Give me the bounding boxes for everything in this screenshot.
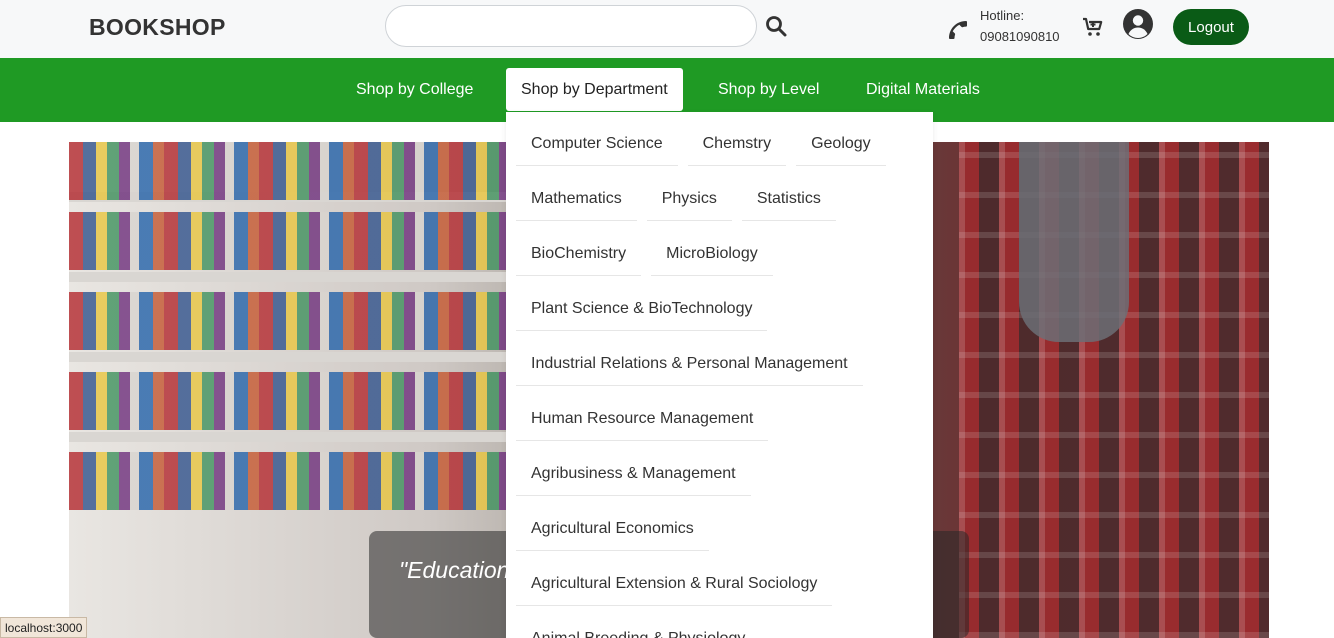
dept-animal-breeding[interactable]: Animal Breeding & Physiology [516, 617, 760, 638]
dropdown-row: Computer Science Chemstry Geology [516, 122, 896, 166]
books-row [69, 292, 509, 350]
dropdown-row: Agribusiness & Management [516, 452, 761, 496]
shelf [69, 272, 509, 282]
dropdown-row: Agricultural Economics [516, 507, 719, 551]
dept-statistics[interactable]: Statistics [741, 177, 836, 221]
dept-chemistry[interactable]: Chemstry [687, 122, 787, 166]
dropdown-row: Mathematics Physics Statistics [516, 177, 846, 221]
books-row [69, 212, 509, 270]
nav-shop-by-level[interactable]: Shop by Level [703, 68, 834, 111]
hotline-label: Hotline: [980, 8, 1025, 23]
browser-status-bar: localhost:3000 [0, 617, 88, 638]
books-row [69, 452, 509, 510]
books-row [69, 142, 509, 200]
hotline-number: 09081090810 [980, 29, 1060, 44]
dept-geology[interactable]: Geology [796, 122, 886, 166]
dept-mathematics[interactable]: Mathematics [516, 177, 637, 221]
hero-quote-start: "Education [399, 557, 510, 583]
shelf [69, 432, 509, 442]
dept-agricultural-economics[interactable]: Agricultural Economics [516, 507, 709, 551]
site-logo[interactable]: BOOKSHOP [89, 14, 226, 41]
dept-computer-science[interactable]: Computer Science [516, 122, 678, 166]
dept-microbiology[interactable]: MicroBiology [651, 232, 773, 276]
dropdown-row: Agricultural Extension & Rural Sociology [516, 562, 842, 606]
dropdown-row: Plant Science & BioTechnology [516, 287, 777, 331]
dropdown-row: Industrial Relations & Personal Manageme… [516, 342, 873, 386]
dept-biochemistry[interactable]: BioChemistry [516, 232, 642, 276]
search-input[interactable] [385, 5, 757, 47]
dept-industrial-relations[interactable]: Industrial Relations & Personal Manageme… [516, 342, 863, 386]
grey-tshirt [1019, 142, 1129, 342]
dept-plant-science[interactable]: Plant Science & BioTechnology [516, 287, 768, 331]
dropdown-row: Animal Breeding & Physiology [516, 617, 770, 638]
dept-human-resource[interactable]: Human Resource Management [516, 397, 769, 441]
nav-shop-by-department[interactable]: Shop by Department [506, 68, 683, 111]
cart-icon[interactable] [1081, 15, 1105, 39]
dept-physics[interactable]: Physics [646, 177, 732, 221]
top-header: BOOKSHOP Hotline: 09081090810 Logout [0, 0, 1334, 58]
dept-agricultural-extension[interactable]: Agricultural Extension & Rural Sociology [516, 562, 833, 606]
logout-button[interactable]: Logout [1173, 9, 1249, 45]
dropdown-row: BioChemistry MicroBiology [516, 232, 783, 276]
phone-icon [949, 21, 967, 39]
dept-agribusiness[interactable]: Agribusiness & Management [516, 452, 751, 496]
dropdown-row: Human Resource Management [516, 397, 778, 441]
books-row [69, 372, 509, 430]
user-icon[interactable] [1122, 8, 1154, 40]
nav-shop-by-college[interactable]: Shop by College [341, 68, 488, 111]
search-icon[interactable] [764, 14, 788, 38]
shelf [69, 352, 509, 362]
department-dropdown: Computer Science Chemstry Geology Mathem… [506, 112, 933, 638]
nav-digital-materials[interactable]: Digital Materials [851, 68, 995, 111]
